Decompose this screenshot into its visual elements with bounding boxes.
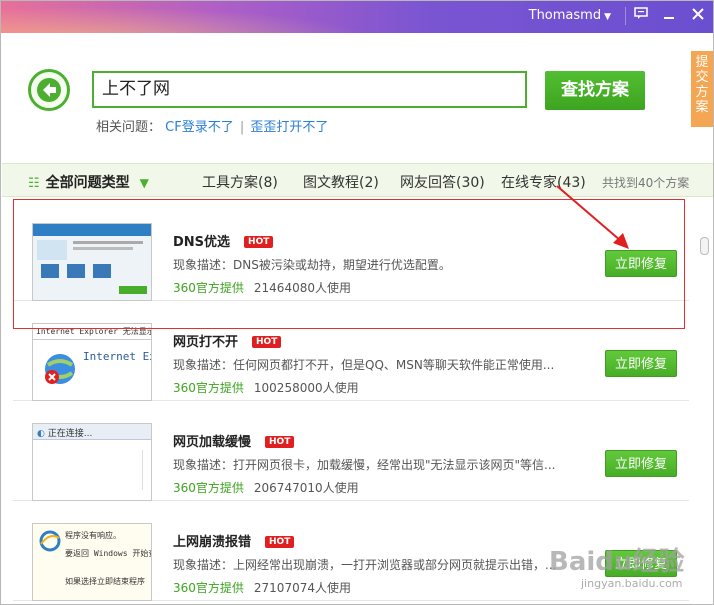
user-count: 21464080人使用 (253, 281, 351, 295)
solution-title-text: 网页打不开 (173, 335, 239, 350)
solution-meta: 360官方提供 206747010人使用 (173, 479, 359, 496)
title-bar-decoration (1, 1, 421, 33)
thumbnail-caption: Internet Exp (83, 350, 151, 363)
provider-label: 360官方提供 (173, 581, 244, 595)
thumbnail-caption: 要返回 Windows 开始查清 (65, 549, 151, 558)
user-menu[interactable]: Thomasmd ▼ (529, 8, 611, 23)
user-count: 27107074人使用 (253, 581, 351, 595)
thumbnail-caption: 如果选择立即结束程序 (65, 577, 145, 586)
related-separator: | (239, 120, 245, 135)
solution-title-text: DNS优选 (173, 235, 231, 250)
watermark-sub: jingyan.baidu.com (581, 577, 683, 590)
tab-tool-solutions[interactable]: 工具方案(8) (202, 172, 278, 192)
search-input[interactable]: 上不了网 (92, 71, 527, 108)
provider-label: 360官方提供 (173, 381, 244, 395)
result-count: 共找到40个方案 (602, 176, 690, 190)
scrollbar-thumb[interactable] (700, 237, 709, 255)
solution-description: 现象描述：打开网页很卡，加载缓慢，经常出现"无法显示该网页"等信... (173, 458, 556, 472)
chevron-down-icon: ▼ (139, 176, 149, 190)
solution-description: 现象描述：DNS被污染或劫持，期望进行优选配置。 (173, 258, 451, 272)
hot-badge: HOT (265, 536, 295, 548)
related-link[interactable]: CF登录不了 (165, 120, 234, 135)
related-link[interactable]: 歪歪打开不了 (250, 120, 328, 135)
solution-description: 现象描述：上网经常出现崩溃，一打开浏览器或部分网页就提示出错，... (173, 558, 557, 572)
user-count: 206747010人使用 (253, 481, 359, 495)
related-questions: 相关问题： CF登录不了 | 歪歪打开不了 (96, 116, 328, 135)
ie-logo-icon (39, 530, 61, 552)
submit-solution-tab[interactable]: 提交方案 (691, 51, 713, 127)
solution-meta: 360官方提供 21464080人使用 (173, 279, 351, 296)
loading-icon: ◐ (37, 429, 45, 439)
all-categories-dropdown[interactable]: ☷ 全部问题类型 ▼ (28, 172, 149, 192)
minimize-icon[interactable] (655, 4, 683, 28)
submit-solution-label: 提交方案 (695, 55, 709, 115)
solution-thumbnail: 程序没有响应。 要返回 Windows 开始查清 如果选择立即结束程序 (32, 523, 152, 601)
thumbnail-caption: 程序没有响应。 (65, 531, 121, 540)
search-button[interactable]: 查找方案 (545, 71, 645, 110)
solution-description: 现象描述：任何网页都打不开，但是QQ、MSN等聊天软件能正常使用... (173, 358, 555, 372)
list-item: Internet Explorer 无法显示 Internet Exp 网页打不… (13, 301, 689, 401)
solution-meta: 360官方提供 100258000人使用 (173, 379, 359, 396)
solution-thumbnail: ◐ 正在连接... (32, 423, 152, 501)
tab-online-experts[interactable]: 在线专家(43) (501, 172, 586, 192)
provider-label: 360官方提供 (173, 281, 244, 295)
caret-down-icon: ▼ (604, 12, 611, 22)
fix-now-button[interactable]: 立即修复 (605, 350, 677, 377)
back-button[interactable] (28, 69, 70, 111)
hot-badge: HOT (252, 336, 282, 348)
fix-now-button[interactable]: 立即修复 (605, 450, 677, 477)
close-icon[interactable] (684, 4, 712, 28)
thumbnail-caption: Internet Explorer 无法显示 (33, 324, 151, 340)
solution-title[interactable]: DNS优选 HOT (173, 231, 274, 250)
all-categories-label: 全部问题类型 (45, 175, 130, 191)
title-divider (625, 7, 626, 25)
username: Thomasmd (528, 8, 602, 23)
solution-title[interactable]: 上网崩溃报错 HOT (173, 531, 295, 550)
related-label: 相关问题： (96, 120, 162, 135)
list-item: DNS优选 HOT 现象描述：DNS被污染或劫持，期望进行优选配置。 360官方提… (13, 201, 689, 301)
solution-title[interactable]: 网页加载缓慢 HOT (173, 431, 295, 450)
tab-tutorials[interactable]: 图文教程(2) (303, 172, 379, 192)
hot-badge: HOT (244, 236, 274, 248)
user-count: 100258000人使用 (253, 381, 359, 395)
solution-title-text: 网页加载缓慢 (173, 435, 252, 450)
solution-thumbnail: Internet Explorer 无法显示 Internet Exp (32, 323, 152, 401)
globe-error-icon (45, 354, 75, 384)
feedback-icon[interactable] (627, 4, 655, 28)
scrollbar[interactable] (699, 201, 709, 601)
solution-title-text: 上网崩溃报错 (173, 535, 252, 550)
tab-user-answers[interactable]: 网友回答(30) (400, 172, 485, 192)
category-bar: ☷ 全部问题类型 ▼ 工具方案(8) 图文教程(2) 网友回答(30) 在线专家(4… (2, 163, 713, 197)
back-arrow-icon (37, 78, 61, 102)
watermark: Baidu经验 (549, 547, 685, 577)
title-bar: Thomasmd ▼ (1, 1, 713, 33)
hot-badge: HOT (265, 436, 295, 448)
fix-now-button[interactable]: 立即修复 (605, 250, 677, 277)
list-item: ◐ 正在连接... 网页加载缓慢 HOT 现象描述：打开网页很卡，加载缓慢，经常出… (13, 401, 689, 501)
thumbnail-caption: 正在连接... (47, 429, 93, 439)
solution-title[interactable]: 网页打不开 HOT (173, 331, 282, 350)
solution-thumbnail (32, 223, 152, 301)
solution-meta: 360官方提供 27107074人使用 (173, 579, 351, 596)
provider-label: 360官方提供 (173, 481, 244, 495)
app-window: Thomasmd ▼ 上不了网 查找方案 相关问题： CF登录不了 | 歪歪打开不… (0, 0, 714, 605)
grid-icon: ☷ (28, 176, 40, 191)
